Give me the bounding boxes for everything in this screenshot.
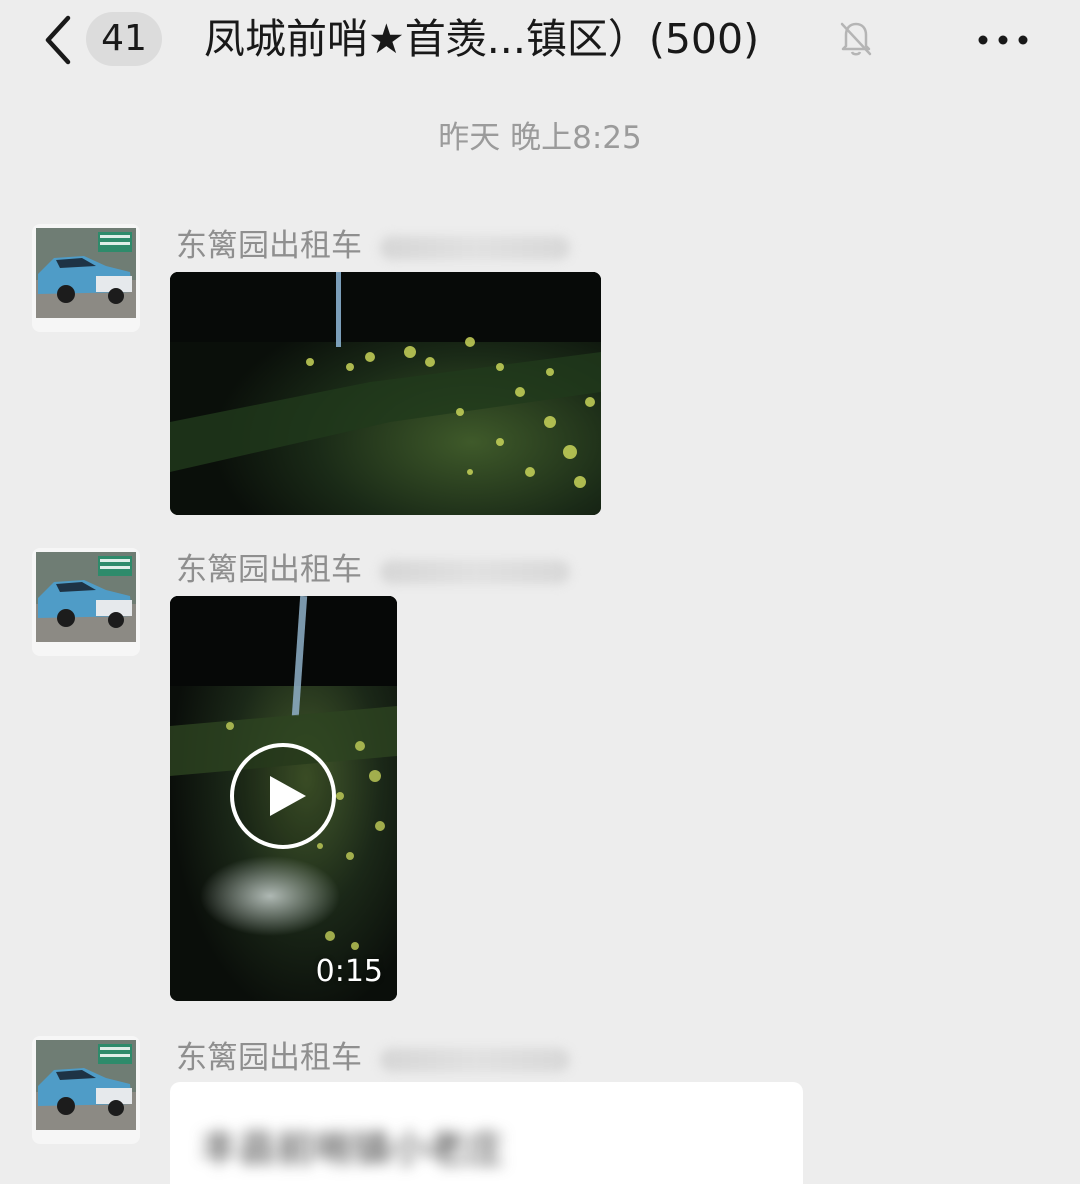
taxi-car-avatar [36,1040,136,1130]
message-text-blurred: 丰县前哨镇小老庄 [200,1127,505,1171]
chat-message: 东篱园出租车 丰县前哨镇小老庄 [0,1036,1080,1184]
chat-header: 41 凤城前哨★首羡...镇区）(500) [0,0,1080,84]
sender-name: 东篱园出租车 [176,552,362,588]
video-duration: 0:15 [315,954,383,989]
image-message[interactable] [170,272,601,515]
avatar[interactable] [32,1036,140,1144]
sender-name: 东篱园出租车 [176,228,362,264]
more-dots-icon [978,35,1028,45]
unread-count-badge[interactable]: 41 [86,12,162,66]
avatar[interactable] [32,224,140,332]
more-options-button[interactable] [972,20,1034,60]
sender-remark-blurred [380,560,570,584]
video-message[interactable]: 0:15 [170,596,397,1001]
text-message-bubble[interactable]: 丰县前哨镇小老庄 [170,1082,803,1184]
chevron-left-icon [45,15,71,65]
play-icon [230,743,336,849]
sender-remark-blurred [380,1048,570,1072]
taxi-car-avatar [36,552,136,642]
avatar[interactable] [32,548,140,656]
bell-off-icon [834,16,878,60]
play-button[interactable] [229,742,337,850]
night-road-photo [170,272,601,515]
message-timestamp: 昨天 晚上8:25 [438,120,642,156]
taxi-car-avatar [36,228,136,318]
chat-message: 东篱园出租车 [0,548,1080,1008]
chat-title[interactable]: 凤城前哨★首羡...镇区）(500) [204,10,834,70]
back-button[interactable] [36,10,86,70]
sender-name: 东篱园出租车 [176,1040,362,1076]
chat-message: 东篱园出租车 [0,224,1080,524]
sender-remark-blurred [380,236,570,260]
